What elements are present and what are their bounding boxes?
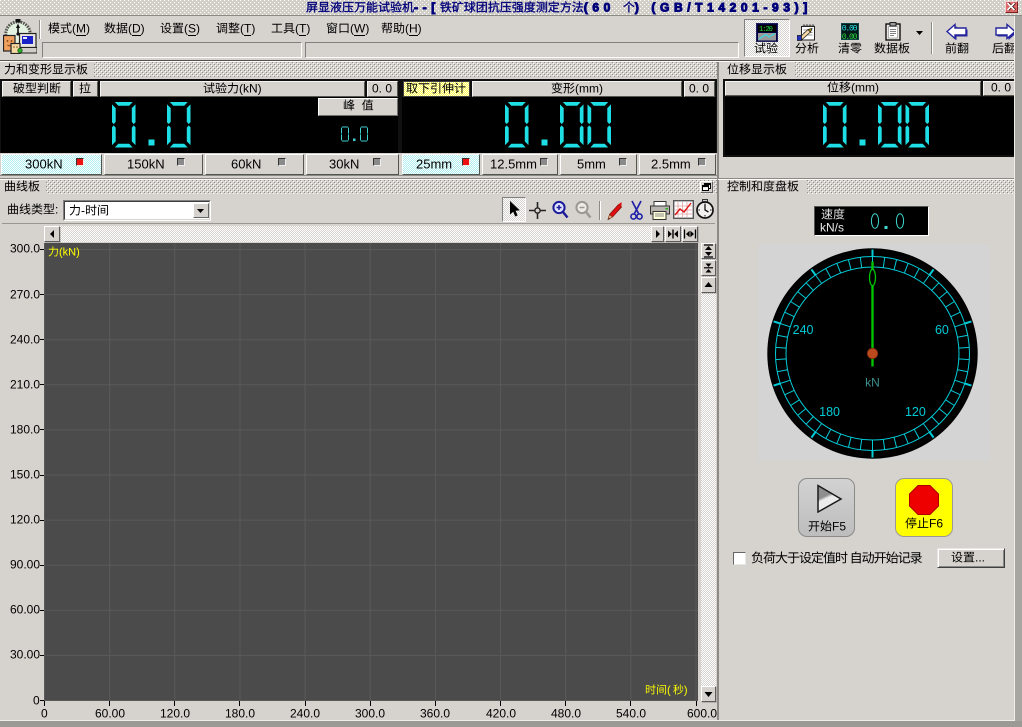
svg-text:(M): (M) [72, 22, 90, 36]
svg-text:60: 60 [935, 323, 949, 337]
svg-text:(W): (W) [350, 22, 369, 36]
svg-text:120.0: 120.0 [10, 513, 40, 527]
svg-text:540.0: 540.0 [616, 707, 646, 721]
svg-text:240.0: 240.0 [10, 333, 40, 347]
svg-text:0: 0 [41, 707, 48, 721]
svg-text:kN/s: kN/s [820, 221, 844, 235]
svg-text::: : [55, 203, 58, 217]
svg-text:(D): (D) [128, 22, 145, 36]
svg-text:0.00: 0.00 [842, 33, 858, 40]
svg-text:420.0: 420.0 [486, 707, 516, 721]
svg-text:60.00: 60.00 [95, 707, 125, 721]
svg-text:90.00: 90.00 [10, 558, 40, 572]
svg-text:600.0: 600.0 [687, 707, 717, 721]
svg-text:150kN: 150kN [127, 156, 165, 171]
svg-text:300kN: 300kN [25, 156, 63, 171]
svg-text:150.0: 150.0 [10, 468, 40, 482]
svg-text:...: ... [975, 551, 985, 565]
svg-text:F5: F5 [832, 520, 846, 534]
svg-text:360.0: 360.0 [420, 707, 450, 721]
svg-text:0. 0: 0. 0 [991, 81, 1011, 95]
svg-text:-: - [81, 204, 85, 218]
svg-text:300.0: 300.0 [355, 707, 385, 721]
svg-text:0: 0 [33, 694, 40, 708]
svg-text:60.00: 60.00 [10, 603, 40, 617]
svg-text:(T): (T) [295, 22, 310, 36]
svg-text:(mm): (mm) [575, 82, 603, 96]
svg-text:240.0: 240.0 [290, 707, 320, 721]
svg-text:2.5mm: 2.5mm [651, 156, 691, 171]
svg-text:--[: --[ [414, 1, 440, 15]
svg-text:(S): (S) [184, 22, 200, 36]
svg-text:(: ( [667, 685, 673, 697]
svg-text:180.0: 180.0 [10, 423, 40, 437]
svg-text:(T): (T) [240, 22, 255, 36]
svg-text:(kN): (kN) [239, 82, 262, 96]
svg-text:120: 120 [905, 405, 926, 419]
svg-text:(60: (60 [584, 1, 615, 15]
svg-text:F6: F6 [929, 517, 943, 531]
svg-text:180.0: 180.0 [225, 707, 255, 721]
svg-text:25mm: 25mm [416, 156, 452, 171]
svg-text:0. 0: 0. 0 [689, 82, 709, 96]
svg-text:210.0: 210.0 [10, 378, 40, 392]
svg-text:30kN: 30kN [329, 156, 359, 171]
svg-text:120.0: 120.0 [160, 707, 190, 721]
svg-text:480.0: 480.0 [551, 707, 581, 721]
svg-text:270.0: 270.0 [10, 288, 40, 302]
svg-text:0. 0: 0. 0 [372, 82, 392, 96]
svg-text:(H): (H) [405, 22, 422, 36]
svg-text:(mm): (mm) [851, 81, 879, 95]
svg-text:) (GB/T14201-93)]: ) (GB/T14201-93)] [635, 1, 812, 15]
svg-text:5mm: 5mm [577, 156, 606, 171]
svg-text:240: 240 [793, 323, 814, 337]
svg-text:1:20: 1:20 [759, 26, 773, 34]
svg-text:): ) [684, 685, 690, 697]
svg-text:kN: kN [865, 376, 880, 390]
svg-text:60kN: 60kN [231, 156, 261, 171]
svg-text:12.5mm: 12.5mm [490, 156, 537, 171]
svg-text:30.00: 30.00 [10, 648, 40, 662]
svg-text:180: 180 [819, 405, 840, 419]
svg-text:300.0: 300.0 [10, 242, 40, 256]
svg-text:(kN): (kN) [59, 247, 80, 259]
